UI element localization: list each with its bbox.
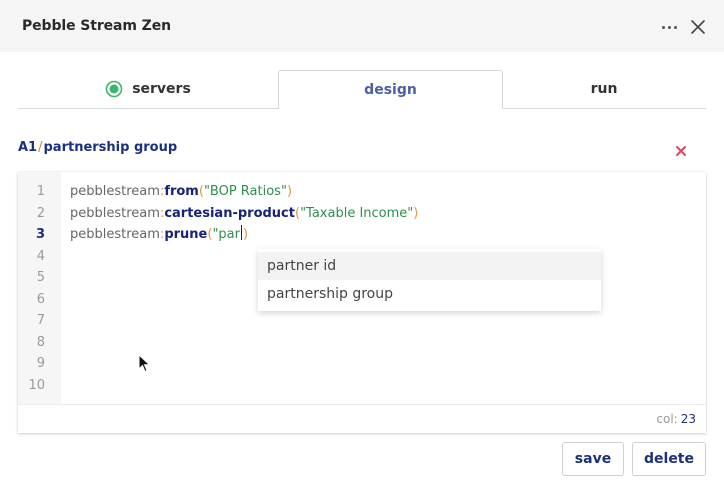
tab-run-label: run bbox=[590, 80, 618, 97]
code-string: "par bbox=[212, 227, 240, 242]
code-string: "BOP Ratios" bbox=[203, 184, 287, 199]
autocomplete-item[interactable]: partnership group bbox=[258, 280, 601, 308]
tab-servers[interactable]: servers bbox=[18, 70, 278, 107]
tab-design[interactable]: design bbox=[278, 70, 503, 109]
line-number: 4 bbox=[36, 248, 45, 264]
code-paren-close: ) bbox=[242, 227, 249, 242]
editor-status-bar: col: 23 bbox=[18, 404, 706, 434]
code-paren-close: ) bbox=[286, 184, 293, 199]
line-number: 2 bbox=[36, 205, 45, 221]
column-indicator: col: 23 bbox=[656, 412, 696, 426]
tab-bar: servers design run bbox=[18, 70, 706, 109]
code-namespace: pebblestream bbox=[70, 227, 160, 242]
code-string: "Taxable Income" bbox=[300, 205, 414, 221]
tab-servers-label: servers bbox=[132, 80, 191, 97]
delete-button[interactable]: delete bbox=[632, 442, 706, 476]
line-number-gutter: 1 2 3 4 5 6 7 8 9 10 bbox=[18, 172, 61, 404]
code-function: cartesian-product bbox=[164, 205, 295, 221]
title-bar: Pebble Stream Zen bbox=[0, 0, 724, 52]
more-options-icon[interactable] bbox=[658, 17, 680, 37]
status-dot-icon bbox=[105, 80, 123, 97]
line-number: 9 bbox=[36, 356, 45, 371]
code-function: from bbox=[164, 184, 199, 199]
line-number: 8 bbox=[36, 334, 45, 350]
autocomplete-dropdown: partner id partnership group bbox=[258, 249, 601, 311]
line-number: 7 bbox=[36, 313, 45, 328]
code-namespace: pebblestream bbox=[70, 184, 160, 199]
tab-run[interactable]: run bbox=[502, 70, 706, 107]
code-line-active[interactable]: pebblestream:prune("par) bbox=[70, 224, 248, 246]
breadcrumb: A1/partnership group bbox=[18, 140, 177, 155]
save-button[interactable]: save bbox=[562, 442, 624, 476]
code-function: prune bbox=[164, 227, 208, 242]
line-number: 1 bbox=[36, 184, 45, 199]
line-number: 5 bbox=[36, 270, 45, 285]
mouse-pointer-icon bbox=[138, 354, 151, 373]
remove-icon[interactable] bbox=[675, 145, 687, 157]
breadcrumb-current: partnership group bbox=[43, 140, 178, 155]
code-paren-close: ) bbox=[413, 205, 419, 221]
code-line[interactable]: pebblestream:cartesian-product("Taxable … bbox=[70, 203, 418, 225]
window-title: Pebble Stream Zen bbox=[22, 18, 171, 34]
text-caret bbox=[240, 225, 242, 240]
tab-design-label: design bbox=[364, 82, 417, 98]
autocomplete-item[interactable]: partner id bbox=[258, 252, 601, 280]
line-number: 6 bbox=[36, 291, 45, 307]
column-value: 23 bbox=[680, 412, 696, 426]
code-line[interactable]: pebblestream:from("BOP Ratios") bbox=[70, 181, 292, 203]
line-number-active: 3 bbox=[35, 227, 45, 242]
column-label: col: bbox=[656, 412, 678, 426]
breadcrumb-parent[interactable]: A1 bbox=[18, 140, 37, 155]
line-number: 10 bbox=[28, 377, 45, 393]
code-namespace: pebblestream bbox=[70, 205, 160, 221]
close-icon[interactable] bbox=[689, 18, 707, 36]
